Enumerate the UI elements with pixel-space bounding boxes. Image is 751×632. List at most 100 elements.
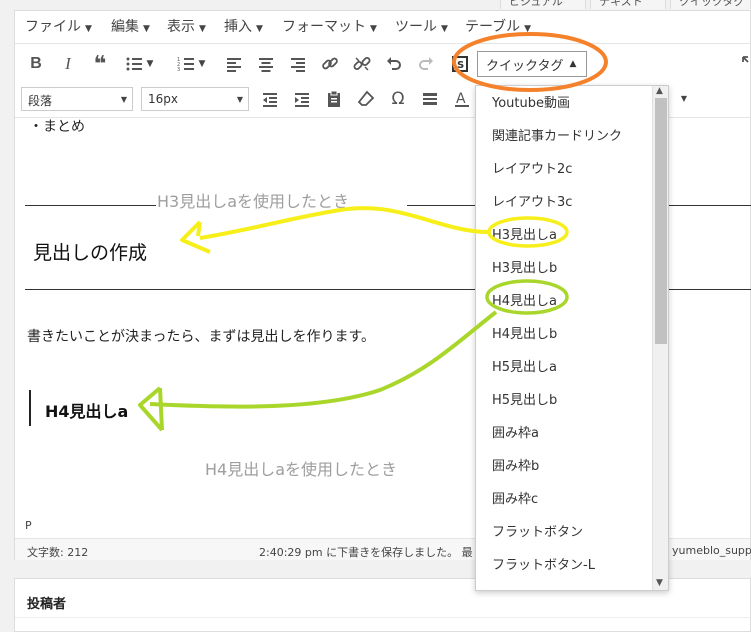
link-icon: [322, 57, 338, 70]
caret-down-icon: ▼: [680, 94, 687, 103]
bullet-item: ・まとめ: [29, 119, 85, 135]
menu-view-label: 表示: [167, 19, 195, 35]
menu-edit-label: 編集: [111, 19, 139, 35]
menu-tools[interactable]: ツール ▼: [395, 16, 448, 36]
dropdown-item-youtube[interactable]: Youtube動画: [492, 92, 570, 111]
font-size-value: 16px: [148, 92, 178, 106]
menu-view[interactable]: 表示 ▼: [167, 16, 206, 36]
menu-insert[interactable]: 挿入 ▼: [224, 16, 263, 36]
font-size-select[interactable]: 16px ▼: [141, 87, 249, 111]
dropdown-item-h5a[interactable]: H5見出しa: [492, 356, 557, 375]
caret-down-icon: ▼: [524, 24, 532, 34]
indent-icon: [295, 93, 309, 107]
dropdown-item-layout-2c[interactable]: レイアウト2c: [492, 158, 572, 177]
paste-text-button[interactable]: [321, 86, 347, 112]
dropdown-scrollbar[interactable]: ▲ ▼: [652, 86, 668, 590]
horizontal-line-button[interactable]: [417, 86, 443, 112]
caret-down-icon: ▼: [199, 24, 206, 34]
special-character-button[interactable]: Ω: [385, 86, 411, 112]
clipboard-icon: [328, 90, 340, 107]
tab-visual[interactable]: ビジュアル: [500, 0, 586, 9]
author-metabox-title: 投稿者: [27, 597, 67, 612]
menu-format[interactable]: フォーマット ▼: [282, 16, 377, 36]
dropdown-item-box-b[interactable]: 囲み枠b: [492, 455, 539, 474]
dropdown-item-h3a[interactable]: H3見出しa: [492, 224, 557, 243]
italic-button[interactable]: I: [55, 51, 81, 77]
menu-table[interactable]: テーブル ▼: [465, 16, 531, 36]
dropdown-item-flat-button[interactable]: フラットボタン: [492, 521, 583, 540]
eraser-icon: [357, 90, 375, 106]
scroll-up-icon[interactable]: ▲: [656, 86, 663, 96]
blockquote-button[interactable]: ❝: [87, 51, 113, 77]
tab-text[interactable]: テキスト: [590, 0, 666, 9]
redo-button[interactable]: [413, 51, 439, 77]
dropdown-item-box-a[interactable]: 囲み枠a: [492, 422, 539, 441]
fullscreen-button[interactable]: [737, 51, 751, 77]
bold-button[interactable]: B: [23, 51, 49, 77]
dropdown-item-h5b[interactable]: H5見出しb: [492, 389, 557, 408]
bullet-list-icon: [126, 57, 142, 71]
scrollbar-thumb[interactable]: [655, 98, 667, 344]
dropdown-item-h4b[interactable]: H4見出しb: [492, 323, 557, 342]
shortcode-button[interactable]: S: [447, 51, 473, 77]
menu-file-label: ファイル: [25, 19, 81, 35]
unlink-icon: [353, 57, 371, 71]
more-dropdown[interactable]: ▼: [671, 87, 691, 111]
toolbar-primary: B I ❝ ▼ 123 ▼ S クイックタグ ▲: [15, 43, 750, 83]
dropdown-item-h3b[interactable]: H3見出しb: [492, 257, 557, 276]
heading-h4-bar: [29, 390, 31, 426]
indent-button[interactable]: [289, 86, 315, 112]
dropdown-item-flat-button-l[interactable]: フラットボタン-L: [492, 554, 595, 573]
quicktag-label: クイックタグ: [486, 58, 564, 74]
heading-h4: H4見出しa: [45, 402, 129, 421]
insert-link-button[interactable]: [317, 51, 343, 77]
dropdown-item-layout-3c[interactable]: レイアウト3c: [492, 191, 572, 210]
align-center-icon: [259, 58, 273, 72]
format-select-value: 段落: [28, 94, 53, 108]
caret-down-icon: ▼: [198, 59, 206, 69]
menu-file[interactable]: ファイル ▼: [25, 16, 92, 36]
heading-h3: 見出しの作成: [33, 242, 148, 264]
editor-tabs: ビジュアル テキスト クイックタグ: [0, 0, 751, 10]
undo-icon: [387, 57, 401, 70]
paragraph: 書きたいことが決まったら、まずは見出しを作ります。: [27, 329, 376, 345]
text-color-button[interactable]: A: [449, 86, 475, 112]
shortcode-icon: S: [452, 56, 468, 72]
numbered-list-button[interactable]: 123 ▼: [171, 51, 211, 77]
format-select[interactable]: 段落 ▼: [21, 87, 133, 111]
quicktag-dropdown-menu: Youtube動画 関連記事カードリンク レイアウト2c レイアウト3c H3見…: [475, 85, 669, 591]
caret-down-icon: ▼: [236, 95, 243, 104]
svg-text:3: 3: [177, 67, 180, 73]
element-path: P: [25, 519, 32, 532]
divider-line: [15, 617, 750, 618]
scroll-down-icon[interactable]: ▼: [656, 578, 663, 588]
dropdown-item-h4a[interactable]: H4見出しa: [492, 290, 557, 309]
undo-button[interactable]: [381, 51, 407, 77]
divider-line: [25, 205, 156, 206]
dropdown-item-box-c[interactable]: 囲み枠c: [492, 488, 538, 507]
text-color-icon: A: [455, 91, 469, 107]
outdent-icon: [263, 93, 277, 107]
align-center-button[interactable]: [253, 51, 279, 77]
menu-tools-label: ツール: [395, 19, 437, 35]
caret-down-icon: ▼: [256, 24, 263, 34]
tab-quicktag[interactable]: クイックタグ: [670, 0, 751, 9]
numbered-list-icon: 123: [177, 57, 194, 73]
caret-down-icon: ▼: [120, 95, 127, 104]
menubar: ファイル ▼ 編集 ▼ 表示 ▼ 挿入 ▼ フォーマット ▼ ツール ▼ テーブル ▼: [15, 11, 750, 39]
menu-edit[interactable]: 編集 ▼: [111, 16, 150, 36]
quicktag-dropdown-button[interactable]: クイックタグ ▲: [477, 51, 587, 77]
word-count: 文字数: 212: [27, 546, 89, 559]
triangle-up-icon: ▲: [569, 59, 577, 69]
clear-formatting-button[interactable]: [353, 86, 379, 112]
dropdown-item-related-card[interactable]: 関連記事カードリンク: [492, 125, 622, 144]
caret-down-icon: ▼: [441, 24, 448, 34]
remove-link-button[interactable]: [349, 51, 375, 77]
bullet-list-button[interactable]: ▼: [119, 51, 159, 77]
caret-down-icon: ▼: [370, 24, 377, 34]
align-left-button[interactable]: [221, 51, 247, 77]
align-right-button[interactable]: [285, 51, 311, 77]
horizontal-line-icon: [423, 93, 437, 105]
outdent-button[interactable]: [257, 86, 283, 112]
editor-page: ビジュアル テキスト クイックタグ ファイル ▼ 編集 ▼ 表示 ▼ 挿入 ▼ フォーマ…: [0, 0, 751, 632]
